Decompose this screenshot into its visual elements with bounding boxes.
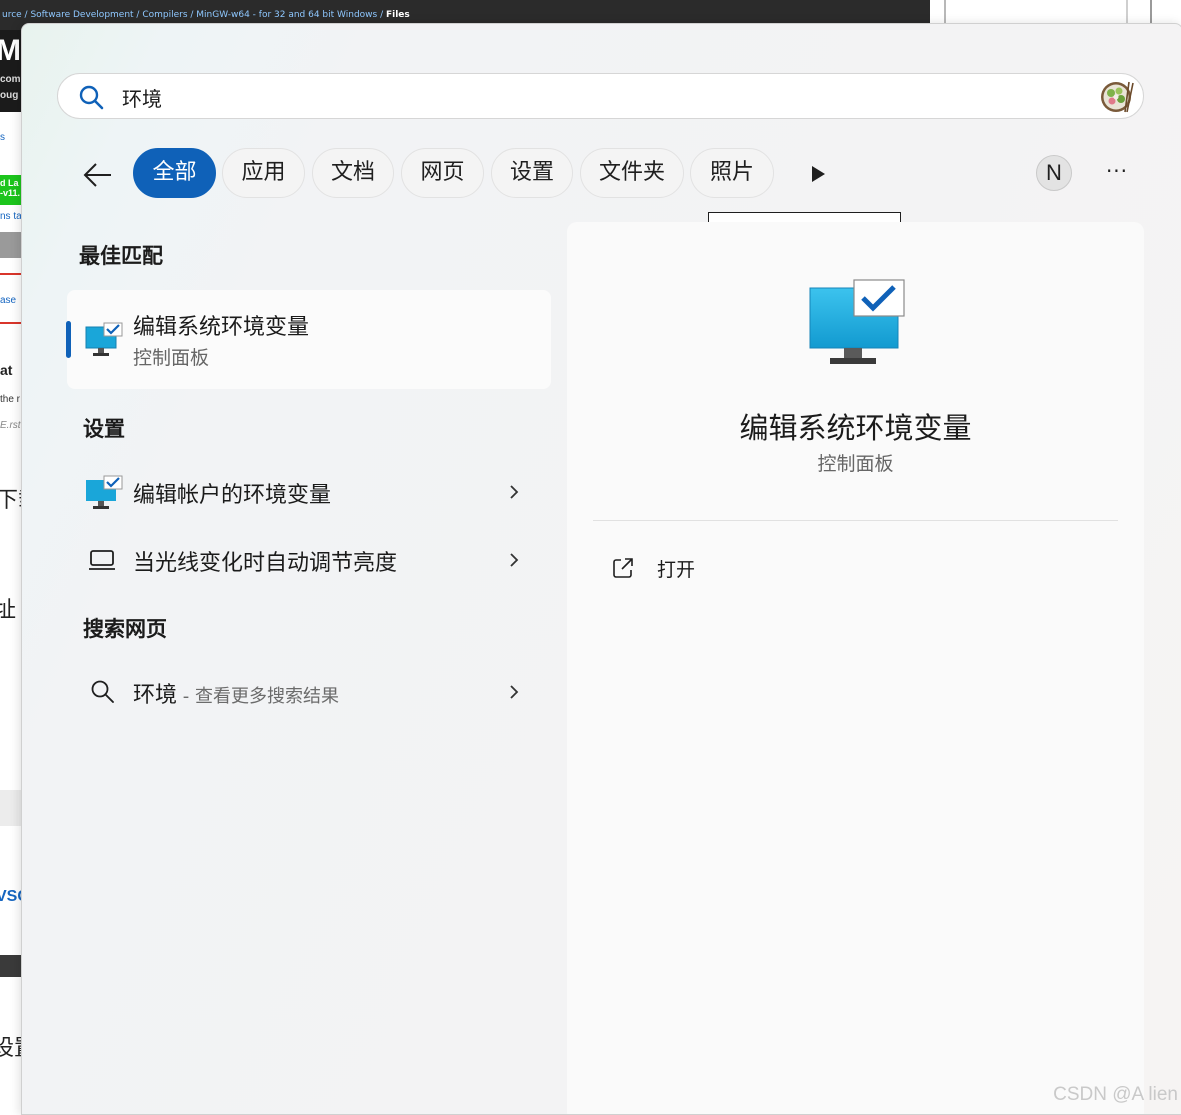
background-text-fragment: 址 — [0, 597, 17, 622]
search-icon — [91, 680, 114, 703]
background-text-fragment: the r — [0, 394, 21, 405]
best-match-result[interactable]: 编辑系统环境变量 控制面板 — [66, 290, 551, 389]
background-tab-fragment: s — [0, 132, 5, 143]
monitor-checkmark-icon — [86, 475, 123, 509]
settings-result-user-env[interactable]: 编辑帐户的环境变量 — [67, 464, 551, 520]
best-match-subtitle: 控制面板 — [133, 347, 210, 369]
profile-avatar[interactable]: N — [1036, 155, 1072, 191]
best-match-heading: 最佳匹配 — [79, 244, 163, 268]
open-external-icon — [613, 558, 633, 578]
web-search-suffix: - 查看更多搜索结果 — [177, 686, 339, 707]
tab-documents[interactable]: 文档 — [312, 148, 394, 198]
tab-web[interactable]: 网页 — [401, 148, 484, 198]
preview-subtitle: 控制面板 — [817, 453, 894, 475]
laptop-icon — [89, 550, 115, 570]
monitor-checkmark-icon — [85, 322, 123, 356]
web-search-result[interactable]: 环境 - 查看更多搜索结果 — [67, 664, 551, 720]
background-breadcrumb-current: Files — [385, 10, 410, 20]
search-query-text[interactable]: 环境 — [122, 83, 162, 112]
watermark: CSDN @A lien — [1053, 1084, 1178, 1105]
search-input[interactable]: 环境 — [57, 73, 1144, 119]
settings-result-label: 当光线变化时自动调节亮度 — [133, 551, 398, 576]
background-text-fragment: ase — [0, 295, 17, 306]
tab-apps[interactable]: 应用 — [222, 148, 305, 198]
background-text-fragment: E.rst — [0, 420, 21, 431]
settings-result-label: 编辑帐户的环境变量 — [133, 483, 332, 508]
web-search-query: 环境 — [133, 683, 178, 708]
play-triangle-icon[interactable] — [807, 163, 829, 185]
search-flyout: 环境 全部 应用 文档 网页 设置 文件夹 照片 N ··· 在 照片 中查找结… — [21, 23, 1181, 1115]
best-match-title: 编辑系统环境变量 — [133, 315, 310, 340]
chevron-right-icon — [510, 553, 519, 567]
chevron-right-icon — [510, 485, 519, 499]
chevron-right-icon — [510, 685, 519, 699]
tab-settings[interactable]: 设置 — [491, 148, 573, 198]
more-options-button[interactable]: ··· — [1102, 160, 1132, 186]
food-bowl-avatar-icon[interactable] — [1099, 78, 1135, 114]
open-label: 打开 — [657, 559, 696, 581]
web-search-heading: 搜索网页 — [83, 617, 167, 641]
background-breadcrumb: urce / Software Development / Compilers … — [2, 10, 384, 20]
selection-indicator — [66, 321, 71, 358]
preview-divider — [593, 520, 1118, 521]
preview-title: 编辑系统环境变量 — [739, 411, 972, 445]
open-button[interactable]: 打开 — [611, 552, 731, 586]
web-search-label: 环境 - 查看更多搜索结果 — [133, 677, 339, 709]
preview-pane: 编辑系统环境变量 控制面板 打开 — [567, 222, 1144, 1114]
tab-folders[interactable]: 文件夹 — [580, 148, 684, 198]
monitor-checkmark-icon — [809, 279, 905, 364]
background-text-fragment: ns ta — [0, 211, 22, 222]
back-arrow-icon[interactable] — [78, 155, 118, 195]
settings-result-brightness[interactable]: 当光线变化时自动调节亮度 — [67, 532, 551, 588]
background-text-fragment: oug — [0, 90, 19, 101]
search-icon — [79, 85, 104, 110]
background-text-fragment: at — [0, 362, 13, 378]
tab-photos[interactable]: 照片 — [690, 148, 774, 198]
background-text-fragment: com — [0, 74, 21, 85]
settings-heading: 设置 — [83, 417, 125, 441]
tab-all[interactable]: 全部 — [133, 148, 216, 198]
